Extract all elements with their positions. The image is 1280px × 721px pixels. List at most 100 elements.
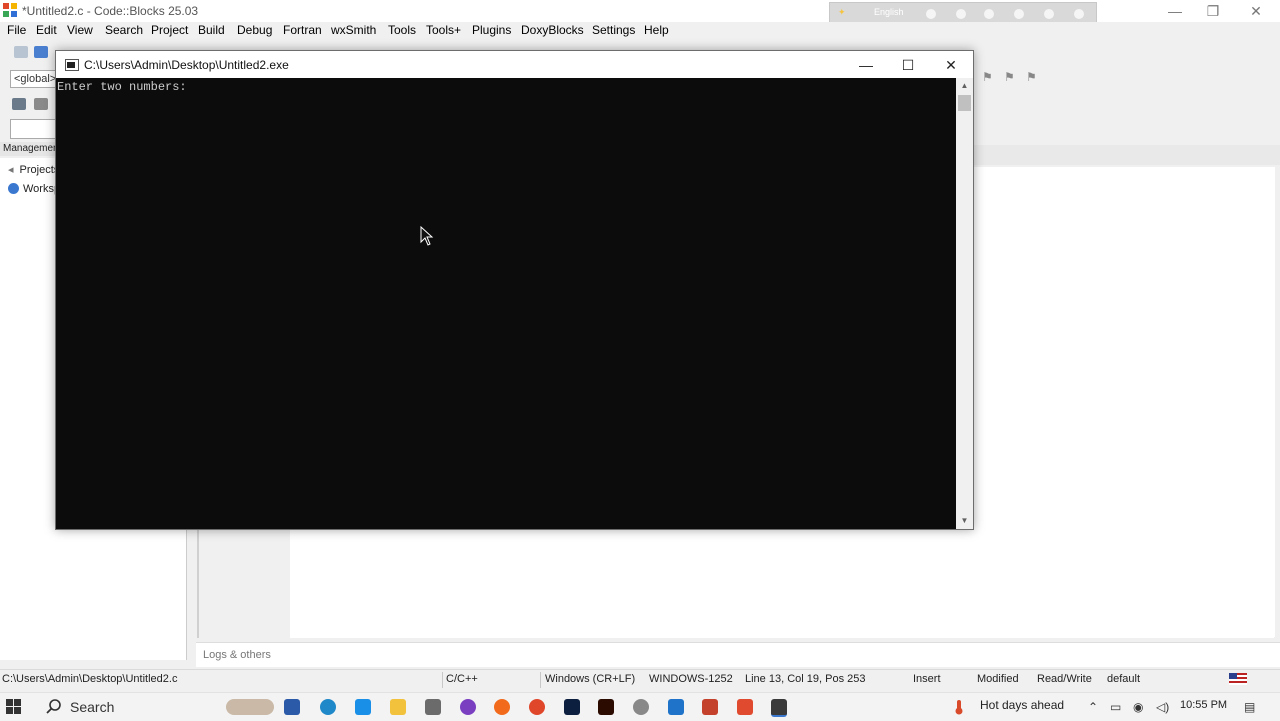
- symbol-selector[interactable]: [10, 119, 58, 139]
- thermometer-icon: [952, 699, 966, 715]
- edge-icon[interactable]: [320, 699, 336, 715]
- status-divider: [442, 672, 443, 688]
- console-body[interactable]: Enter two numbers:: [56, 78, 956, 529]
- status-profile: default: [1107, 673, 1141, 685]
- console-window[interactable]: C:\Users\Admin\Desktop\Untitled2.exe — ☐…: [55, 50, 974, 530]
- codeblocks-taskbar-icon[interactable]: [737, 699, 753, 715]
- copilot-icon[interactable]: [355, 699, 371, 715]
- firefox-icon[interactable]: [494, 699, 510, 715]
- keyboard-icon[interactable]: [926, 9, 936, 19]
- console-window-title: C:\Users\Admin\Desktop\Untitled2.exe: [84, 58, 289, 72]
- notification-icon[interactable]: ▤: [1244, 700, 1255, 714]
- settings-gear-icon[interactable]: [425, 699, 441, 715]
- logs-label[interactable]: Logs & others: [203, 649, 271, 661]
- ime-icon[interactable]: ✦: [838, 7, 846, 18]
- windows-start-icon[interactable]: [6, 699, 22, 715]
- help-icon[interactable]: [1044, 9, 1054, 19]
- menu-help[interactable]: Help: [644, 23, 669, 37]
- menu-tools[interactable]: Tools: [388, 23, 416, 37]
- meet-icon[interactable]: ◉: [1133, 700, 1143, 714]
- status-language: C/C++: [446, 673, 478, 685]
- search-icon: [46, 699, 61, 714]
- status-access: Read/Write: [1037, 673, 1092, 685]
- scope-selector[interactable]: <global>: [10, 70, 61, 88]
- volume-icon[interactable]: ◁): [1156, 700, 1169, 714]
- jump-back-icon[interactable]: ⚑: [982, 70, 996, 84]
- clock-time[interactable]: 10:55 PM: [1180, 699, 1227, 711]
- photoshop-icon[interactable]: [564, 699, 580, 715]
- weather-text[interactable]: Hot days ahead: [980, 698, 1064, 712]
- edit-icon[interactable]: [1014, 9, 1024, 19]
- open-file-icon[interactable]: [34, 46, 48, 58]
- info-icon[interactable]: [1074, 9, 1084, 19]
- status-bar: C:\Users\Admin\Desktop\Untitled2.c C/C++…: [0, 669, 1280, 690]
- settings-icon[interactable]: [984, 9, 994, 19]
- console-maximize-button[interactable]: ☐: [888, 55, 928, 75]
- tray-expand-icon[interactable]: ⌃: [1088, 700, 1098, 714]
- status-modified: Modified: [977, 673, 1019, 685]
- logs-panel: Logs & others: [196, 642, 1280, 667]
- illustrator-icon[interactable]: [598, 699, 614, 715]
- menu-file[interactable]: File: [7, 23, 26, 37]
- new-file-icon[interactable]: [14, 46, 28, 58]
- projects-tab-label[interactable]: Projects: [20, 164, 60, 176]
- pen-icon[interactable]: [956, 9, 966, 19]
- ide-restore-button[interactable]: ❐: [1198, 2, 1228, 20]
- console-close-button[interactable]: ✕: [931, 55, 971, 75]
- news-widget-icon[interactable]: [226, 699, 274, 715]
- menu-view[interactable]: View: [67, 23, 93, 37]
- chrome-icon[interactable]: [529, 699, 545, 715]
- code-editor-lower[interactable]: [290, 528, 1274, 638]
- mouse-pointer-icon: [420, 226, 434, 246]
- taskbar-search[interactable]: Search: [38, 693, 218, 721]
- menu-debug[interactable]: Debug: [237, 23, 272, 37]
- task-view-icon[interactable]: [284, 699, 300, 715]
- editor-gutter: [200, 528, 290, 638]
- github-icon[interactable]: [633, 699, 649, 715]
- status-encoding: WINDOWS-1252: [649, 673, 733, 685]
- search-label[interactable]: Search: [70, 699, 114, 715]
- menu-plugins[interactable]: Plugins: [472, 23, 511, 37]
- status-insert-mode: Insert: [913, 673, 941, 685]
- toolbar-chart-icon[interactable]: [12, 98, 26, 110]
- scroll-thumb[interactable]: [958, 95, 971, 111]
- workspace-icon: [8, 183, 19, 194]
- console-scrollbar[interactable]: ▲ ▼: [956, 78, 973, 529]
- status-line-endings: Windows (CR+LF): [545, 673, 636, 685]
- menu-fortran[interactable]: Fortran: [283, 23, 322, 37]
- console-taskbar-icon[interactable]: [771, 699, 787, 717]
- vscode-icon[interactable]: [668, 699, 684, 715]
- menu-search[interactable]: Search: [105, 23, 143, 37]
- language-label[interactable]: English: [874, 7, 904, 17]
- powerpoint-icon[interactable]: [702, 699, 718, 715]
- console-output: Enter two numbers:: [57, 80, 187, 94]
- editor-divider: [197, 528, 199, 638]
- console-minimize-button[interactable]: —: [846, 55, 886, 75]
- file-explorer-icon[interactable]: [390, 699, 406, 715]
- scroll-up-icon[interactable]: ▲: [956, 78, 973, 94]
- menu-tools-plus[interactable]: Tools+: [426, 23, 461, 37]
- menu-bar: File Edit View Search Project Build Debu…: [0, 22, 1280, 40]
- us-flag-icon: [1229, 673, 1247, 685]
- app-icon[interactable]: [460, 699, 476, 715]
- menu-edit[interactable]: Edit: [36, 23, 57, 37]
- status-file-path: C:\Users\Admin\Desktop\Untitled2.c: [2, 673, 178, 685]
- scroll-down-icon[interactable]: ▼: [956, 513, 973, 529]
- taskbar: Search Hot days ahead ⌃ ▭ ◉ ◁) 10:55 PM …: [0, 692, 1280, 721]
- console-titlebar[interactable]: C:\Users\Admin\Desktop\Untitled2.exe — ☐…: [56, 51, 973, 78]
- projects-tab[interactable]: ◂ Projects: [8, 163, 59, 176]
- status-cursor-position: Line 13, Col 19, Pos 253: [745, 673, 866, 685]
- menu-doxyblocks[interactable]: DoxyBlocks: [521, 23, 584, 37]
- toolbar-settings-icon[interactable]: [34, 98, 48, 110]
- menu-project[interactable]: Project: [151, 23, 188, 37]
- ide-minimize-button[interactable]: —: [1160, 2, 1190, 20]
- menu-settings[interactable]: Settings: [592, 23, 635, 37]
- jump-forward-icon[interactable]: ⚑: [1004, 70, 1018, 84]
- tab-left-arrow-icon[interactable]: ◂: [8, 164, 14, 176]
- menu-wxsmith[interactable]: wxSmith: [331, 23, 376, 37]
- network-icon[interactable]: ▭: [1110, 700, 1121, 714]
- editor-tabstrip: [972, 145, 1280, 165]
- menu-build[interactable]: Build: [198, 23, 225, 37]
- ide-close-button[interactable]: ✕: [1241, 2, 1271, 20]
- bookmark-icon[interactable]: ⚑: [1026, 70, 1040, 84]
